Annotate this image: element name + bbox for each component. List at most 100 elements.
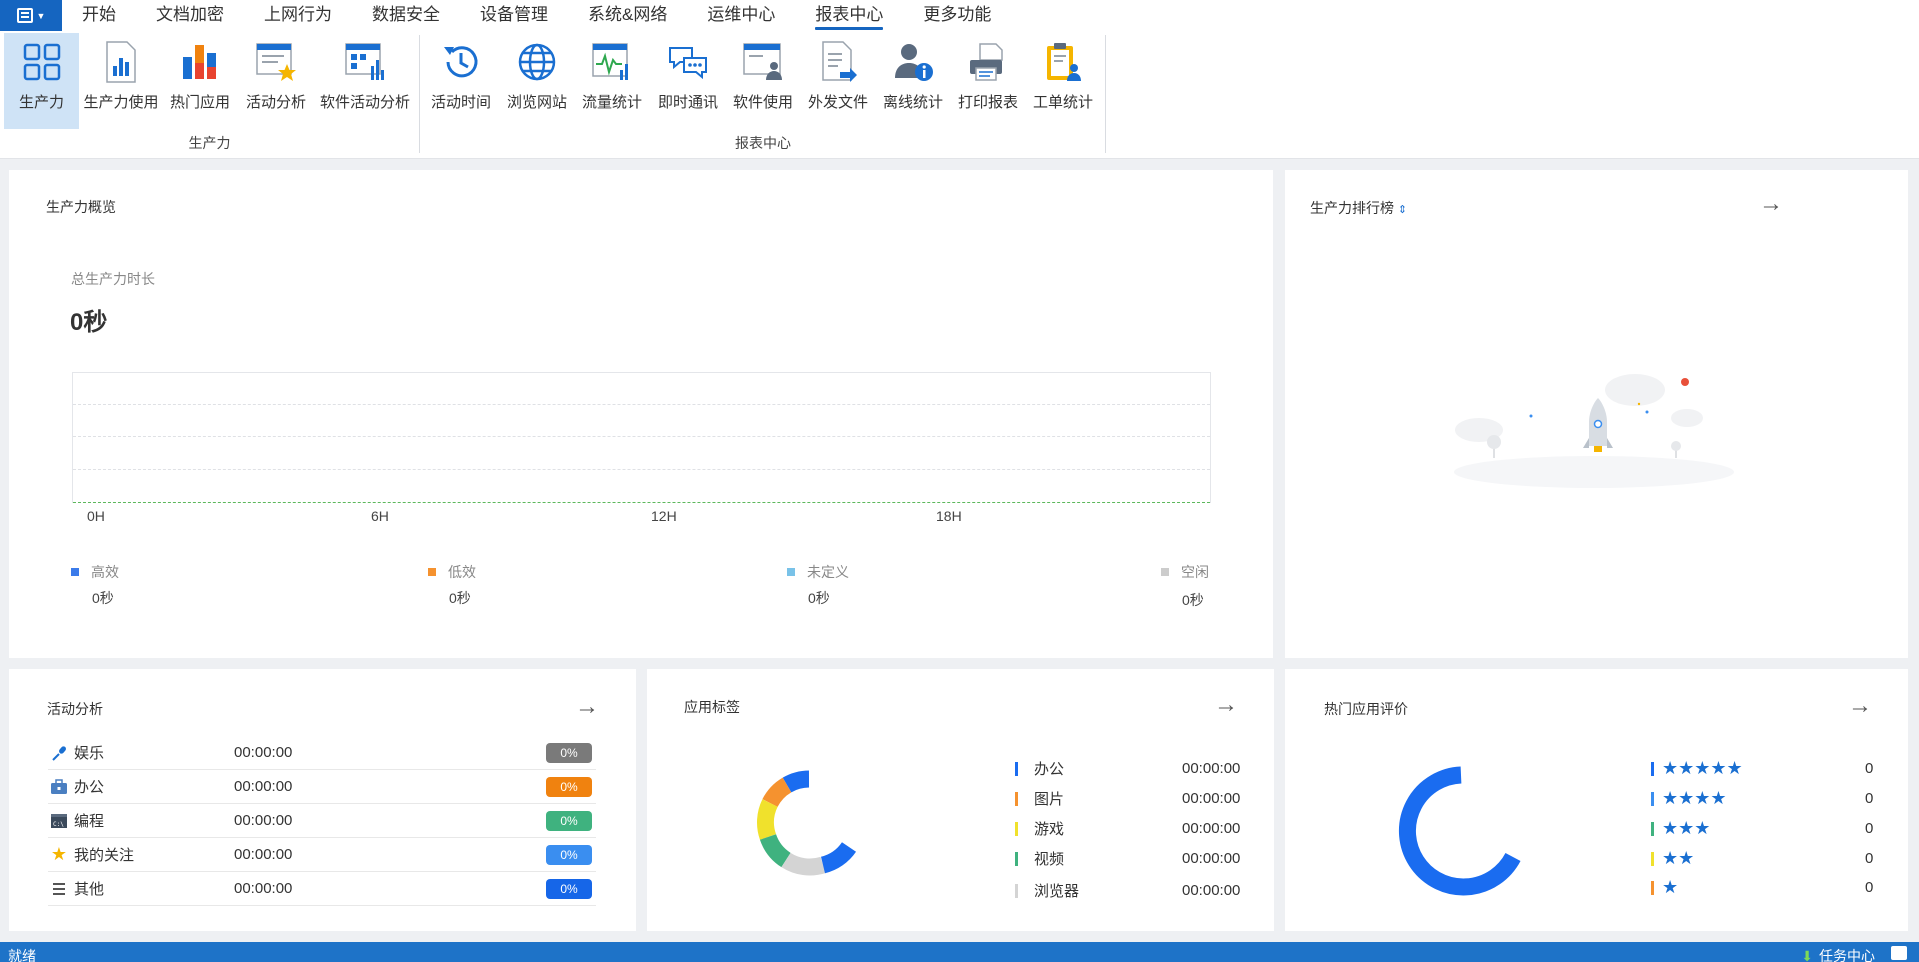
ribbon-hot-apps-button[interactable]: 热门应用	[164, 33, 236, 129]
ribbon-active-time-button[interactable]: 活动时间	[429, 33, 493, 129]
activity-time: 00:00:00	[234, 778, 293, 795]
ribbon-label: 生产力使用	[83, 94, 159, 111]
menu-ops-center[interactable]: 运维中心	[687, 0, 795, 31]
outgoing-file-icon	[816, 39, 860, 85]
menu-data-security[interactable]: 数据安全	[352, 0, 460, 31]
tag-time: 00:00:00	[1182, 882, 1241, 899]
ribbon-productivity-usage-button[interactable]: 生产力使用	[82, 33, 160, 129]
tag-color-bar	[1015, 883, 1018, 898]
grid-line	[73, 469, 1210, 470]
task-center-button[interactable]: ⬇ 任务中心	[1801, 946, 1875, 962]
rating-color-bar	[1651, 821, 1654, 836]
stars-icon: ★★★	[1662, 818, 1711, 838]
rating-row-1-star[interactable]: ★ 0	[1651, 877, 1873, 898]
menu-report-center[interactable]: 报表中心	[795, 0, 903, 31]
tag-color-bar	[1015, 821, 1018, 836]
svg-text:C:\: C:\	[53, 821, 64, 828]
tags-more-arrow-icon[interactable]: →	[1214, 693, 1238, 717]
ribbon-ticket-stats-button[interactable]: 工单统计	[1031, 33, 1095, 129]
rating-row-2-stars[interactable]: ★★ 0	[1651, 848, 1873, 869]
ribbon-label: 离线统计	[882, 94, 943, 111]
tag-row-video[interactable]: 视频 00:00:00	[1015, 848, 1240, 869]
hot-apps-chart-icon	[178, 39, 222, 85]
rating-color-bar	[1651, 761, 1654, 776]
menu-more-features[interactable]: 更多功能	[903, 0, 1011, 31]
activity-more-arrow-icon[interactable]: →	[575, 695, 599, 719]
clipboard-user-icon	[1041, 39, 1085, 85]
rating-donut-chart	[1398, 766, 1521, 896]
rating-row-4-stars[interactable]: ★★★★ 0	[1651, 788, 1873, 809]
rating-row-5-stars[interactable]: ★★★★★ 0	[1651, 758, 1873, 779]
card-title: 生产力概览	[46, 199, 116, 215]
activity-percent-badge: 0%	[546, 776, 592, 797]
ribbon-label: 外发文件	[807, 94, 868, 111]
ribbon-traffic-stats-button[interactable]: 流量统计	[580, 33, 644, 129]
activity-row-programming[interactable]: C:\ 编程 00:00:00 0%	[48, 804, 596, 838]
activity-row-other[interactable]: 其他 00:00:00 0%	[48, 872, 596, 906]
tag-time: 00:00:00	[1182, 790, 1241, 807]
legend-value: 0秒	[449, 590, 471, 606]
notification-icon[interactable]	[1891, 946, 1907, 960]
activity-analysis-icon	[254, 39, 298, 85]
x-tick-label: 6H	[371, 508, 389, 524]
sort-icon[interactable]: ⇕	[1398, 204, 1407, 216]
tag-name: 图片	[1034, 791, 1065, 808]
empty-state-rocket-illustration	[1454, 374, 1734, 488]
ribbon-instant-message-button[interactable]: 即时通讯	[656, 33, 720, 129]
menu-system-network[interactable]: 系统&网络	[568, 0, 687, 31]
ribbon-productivity-button[interactable]: 生产力	[4, 33, 79, 129]
ribbon-offline-stats-button[interactable]: 离线统计	[881, 33, 945, 129]
user-info-icon	[891, 39, 935, 85]
legend-swatch	[787, 568, 795, 576]
ribbon-browse-web-button[interactable]: 浏览网站	[505, 33, 569, 129]
rating-more-arrow-icon[interactable]: →	[1848, 694, 1872, 718]
software-usage-icon	[741, 39, 785, 85]
tag-row-games[interactable]: 游戏 00:00:00	[1015, 818, 1240, 839]
ribbon-label: 打印报表	[957, 94, 1018, 111]
ribbon-print-report-button[interactable]: 打印报表	[956, 33, 1020, 129]
ribbon-software-usage-button[interactable]: 软件使用	[731, 33, 795, 129]
statusbar: 就绪 ⬇ 任务中心	[0, 942, 1919, 962]
activity-percent-badge: 0%	[546, 844, 592, 865]
tag-row-office[interactable]: 办公 00:00:00	[1015, 758, 1240, 779]
app-menu-button[interactable]: ▼	[0, 0, 62, 31]
grid-line	[73, 404, 1210, 405]
activity-row-my-focus[interactable]: ★ 我的关注 00:00:00 0%	[48, 838, 596, 872]
tag-row-images[interactable]: 图片 00:00:00	[1015, 788, 1240, 809]
rating-color-bar	[1651, 851, 1654, 866]
productivity-timeline-chart	[72, 372, 1211, 503]
activity-row-entertainment[interactable]: 娱乐 00:00:00 0%	[48, 736, 596, 770]
ribbon-label: 生产力	[18, 94, 64, 111]
tag-row-browser[interactable]: 浏览器 00:00:00	[1015, 880, 1240, 901]
ribbon-software-activity-button[interactable]: 软件活动分析	[316, 33, 414, 129]
tag-name: 浏览器	[1034, 883, 1080, 900]
ribbon-outgoing-files-button[interactable]: 外发文件	[806, 33, 870, 129]
legend-label: 未定义	[807, 564, 849, 580]
menu-items: 开始 文档加密 上网行为 数据安全 设备管理 系统&网络 运维中心 报表中心 更…	[62, 0, 1011, 31]
activity-name: 办公	[74, 779, 105, 796]
tag-name: 办公	[1034, 761, 1065, 778]
rating-row-3-stars[interactable]: ★★★ 0	[1651, 818, 1873, 839]
ribbon-label: 软件活动分析	[319, 94, 410, 111]
stars-icon: ★★★★	[1662, 788, 1727, 808]
menu-device-management[interactable]: 设备管理	[460, 0, 568, 31]
software-activity-icon	[343, 39, 387, 85]
activity-time: 00:00:00	[234, 880, 293, 897]
activity-row-office[interactable]: 办公 00:00:00 0%	[48, 770, 596, 804]
x-tick-label: 12H	[651, 508, 677, 524]
tag-color-bar	[1015, 851, 1018, 866]
ranking-title: 生产力排行榜	[1310, 200, 1394, 216]
ranking-more-arrow-icon[interactable]: →	[1759, 192, 1783, 216]
legend-swatch	[71, 568, 79, 576]
legend-label: 低效	[448, 564, 476, 580]
menu-web-behavior[interactable]: 上网行为	[244, 0, 352, 31]
tag-name: 视频	[1034, 851, 1065, 868]
ribbon-activity-analysis-button[interactable]: 活动分析	[240, 33, 312, 129]
ribbon-group-label: 生产力	[188, 135, 231, 151]
menu-doc-encrypt[interactable]: 文档加密	[136, 0, 244, 31]
task-center-label: 任务中心	[1819, 948, 1875, 962]
legend-value: 0秒	[808, 590, 830, 606]
menu-start[interactable]: 开始	[62, 0, 136, 31]
activity-name: 我的关注	[74, 847, 135, 864]
traffic-chart-icon	[590, 39, 634, 85]
